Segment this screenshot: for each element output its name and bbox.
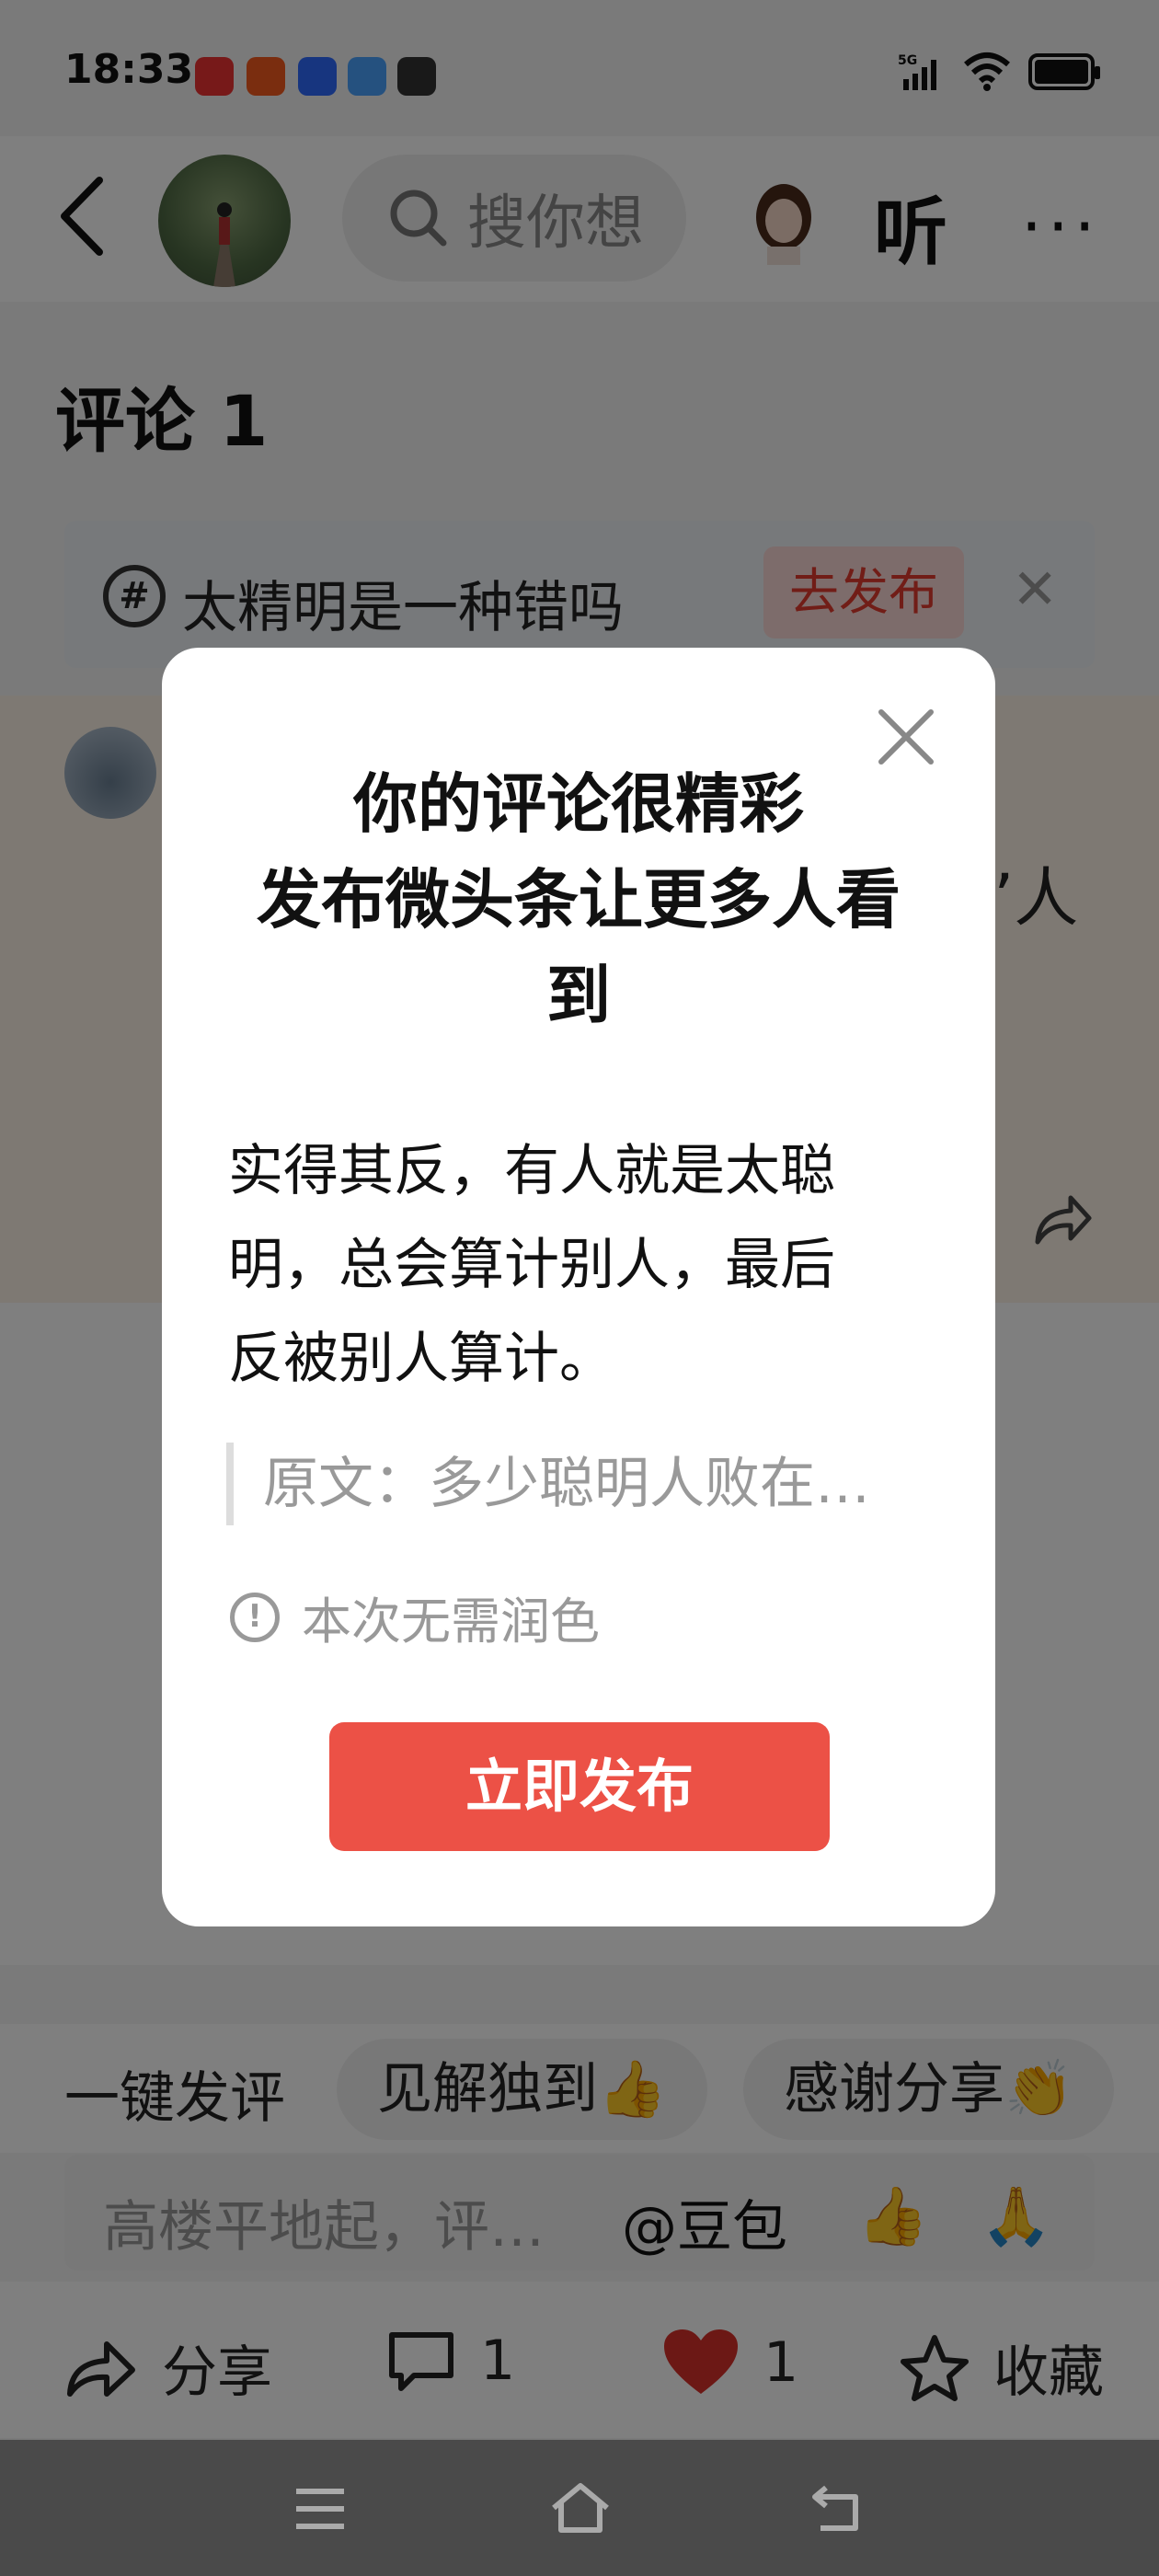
dialog-body-line: 反被别人算计。 xyxy=(228,1327,614,1391)
home-icon[interactable] xyxy=(548,2480,613,2536)
dialog-title-line: 发布微头条让更多人看 xyxy=(257,862,901,937)
status-dim-overlay xyxy=(0,0,1159,136)
dialog-body-line: 实得其反，有人就是太聪 xyxy=(228,1139,835,1203)
back-nav-icon[interactable] xyxy=(809,2482,865,2534)
polish-note-text: 本次无需润色 xyxy=(302,1593,600,1650)
dialog-comment-text: 实得其反，有人就是太聪 明，总会算计别人，最后 反被别人算计。 xyxy=(228,1124,909,1406)
system-nav-bar xyxy=(0,2440,1159,2576)
dialog-source-quote: 原文：多少聪明人败在… xyxy=(226,1443,925,1525)
menu-icon[interactable] xyxy=(293,2486,348,2532)
info-icon: ! xyxy=(230,1592,280,1642)
dialog-body-line: 明，总会算计别人，最后 xyxy=(228,1233,835,1297)
dialog-title-line: 你的评论很精彩 xyxy=(353,766,804,842)
publish-now-button[interactable]: 立即发布 xyxy=(329,1722,830,1851)
dialog-title: 你的评论很精彩 发布微头条让更多人看 到 xyxy=(208,756,949,1043)
dialog-title-line: 到 xyxy=(546,958,611,1033)
dialog-polish-note: ! 本次无需润色 xyxy=(230,1581,600,1653)
